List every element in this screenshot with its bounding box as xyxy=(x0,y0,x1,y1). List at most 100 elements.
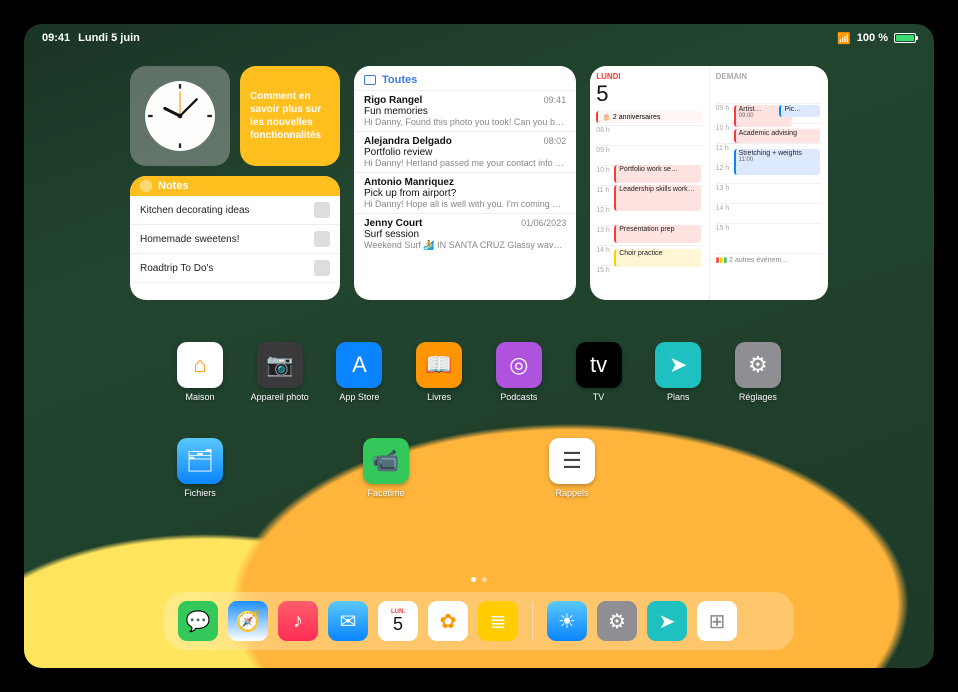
app-podcasts[interactable]: ◎ Podcasts xyxy=(483,342,555,402)
app-icon: ☰ xyxy=(549,438,595,484)
calendar-event[interactable]: Pic… xyxy=(779,105,819,117)
calendar-event[interactable]: Stretching + weights11:00 xyxy=(734,149,820,175)
app-rappels[interactable]: ☰ Rappels xyxy=(536,438,608,498)
app-facetime[interactable]: 📹 Facetime xyxy=(350,438,422,498)
dock-recent-library[interactable]: ⊞ xyxy=(697,601,737,641)
app-label: Livres xyxy=(427,392,451,402)
app-livres[interactable]: 📖 Livres xyxy=(403,342,475,402)
dock-messages[interactable]: 💬 xyxy=(178,601,218,641)
dock-recent-maps[interactable]: ➤ xyxy=(647,601,687,641)
tips-widget[interactable]: Comment en savoir plus sur les nouvelles… xyxy=(240,66,340,166)
today-label: LUNDI xyxy=(596,72,702,81)
app-icon: ◎ xyxy=(496,342,542,388)
hour-line: 14 h xyxy=(716,203,822,223)
note-row[interactable]: Roadtrip To Do's xyxy=(130,254,340,283)
notes-icon xyxy=(140,180,152,192)
today-number: 5 xyxy=(596,81,702,107)
mail-subject: Fun memories xyxy=(364,106,566,117)
calendar-event[interactable]: Leadership skills workshop xyxy=(614,185,700,211)
dock-calendar[interactable]: LUN.5 xyxy=(378,601,418,641)
home-screen[interactable]: 09:41 Lundi 5 juin 100 % xyxy=(24,24,934,668)
dock-mail[interactable]: ✉ xyxy=(328,601,368,641)
note-thumb-icon xyxy=(314,260,330,276)
mail-row[interactable]: Rigo Rangel 09:41 Fun memories Hi Danny, … xyxy=(354,90,576,131)
dock-music[interactable]: ♪ xyxy=(278,601,318,641)
calendar-event[interactable]: Presentation prep xyxy=(614,225,700,243)
tomorrow-label: DEMAIN xyxy=(716,72,822,81)
calendar-event[interactable]: Choir practice xyxy=(614,249,700,267)
app-icon: 📖 xyxy=(416,342,462,388)
app-icon: ⚙ xyxy=(735,342,781,388)
app-fichiers[interactable]: 🗂 Fichiers xyxy=(164,438,236,498)
dock-recent-weather[interactable]: ☀ xyxy=(547,601,587,641)
app-réglages[interactable]: ⚙ Réglages xyxy=(722,342,794,402)
hour-line: 13 h xyxy=(716,183,822,203)
spacer xyxy=(722,438,794,498)
app-icon: 📷 xyxy=(257,342,303,388)
dock-photos[interactable]: ✿ xyxy=(428,601,468,641)
mail-subject: Pick up from airport? xyxy=(364,188,566,199)
widget-row: Comment en savoir plus sur les nouvelles… xyxy=(130,66,828,300)
calendar-event[interactable]: Portfolio work se… xyxy=(614,165,700,183)
app-label: Plans xyxy=(667,392,690,402)
mail-row[interactable]: Alejandra Delgado08:02 Portfolio review … xyxy=(354,131,576,172)
note-title: Kitchen decorating ideas xyxy=(140,205,250,216)
app-label: App Store xyxy=(339,392,379,402)
app-icon: tv xyxy=(576,342,622,388)
note-row[interactable]: Homemade sweetens! xyxy=(130,225,340,254)
page-indicator[interactable] xyxy=(24,577,934,582)
mail-time: 08:02 xyxy=(544,136,567,147)
app-tv[interactable]: tv TV xyxy=(563,342,635,402)
battery-icon xyxy=(894,33,916,43)
app-icon: ➤ xyxy=(655,342,701,388)
mail-time: 01/06/2023 xyxy=(521,218,566,229)
app-label: Rappels xyxy=(555,488,588,498)
battery-percent: 100 % xyxy=(857,32,888,44)
mail-from: Antonio Manriquez xyxy=(364,177,454,188)
dock: 💬🧭♪✉LUN.5✿≣ ☀⚙➤⊞ xyxy=(164,592,794,650)
mail-widget[interactable]: Toutes Rigo Rangel 09:41 Fun memories Hi … xyxy=(354,66,576,300)
app-plans[interactable]: ➤ Plans xyxy=(642,342,714,402)
app-app store[interactable]: A App Store xyxy=(323,342,395,402)
app-label: Podcasts xyxy=(500,392,537,402)
mail-subject: Portfolio review xyxy=(364,147,566,158)
app-icon: ⌂ xyxy=(177,342,223,388)
calendar-widget[interactable]: LUNDI 5 🎂 2 anniversaires 08 h09 h10 h11… xyxy=(590,66,828,300)
mail-row[interactable]: Jenny Court01/06/2023 Surf session Weeke… xyxy=(354,213,576,255)
calendar-today[interactable]: LUNDI 5 🎂 2 anniversaires 08 h09 h10 h11… xyxy=(590,66,708,300)
hour-line: 15 h xyxy=(716,223,822,243)
analog-clock-icon xyxy=(142,78,218,154)
app-label: TV xyxy=(593,392,605,402)
dock-notes[interactable]: ≣ xyxy=(478,601,518,641)
hour-line: 15 h xyxy=(596,265,702,285)
notes-title: Notes xyxy=(158,180,189,192)
dock-recent-settings[interactable]: ⚙ xyxy=(597,601,637,641)
statusbar: 09:41 Lundi 5 juin 100 % xyxy=(24,28,934,48)
notes-widget[interactable]: Notes Kitchen decorating ideas Homemade … xyxy=(130,176,340,300)
allday-event[interactable]: 🎂 2 anniversaires xyxy=(596,111,702,123)
mail-from: Alejandra Delgado xyxy=(364,136,452,147)
app-maison[interactable]: ⌂ Maison xyxy=(164,342,236,402)
mail-folder: Toutes xyxy=(382,74,417,86)
dock-divider xyxy=(532,602,533,640)
dock-safari[interactable]: 🧭 xyxy=(228,601,268,641)
mail-time: 09:41 xyxy=(544,95,567,106)
calendar-event[interactable]: Academic advising xyxy=(734,129,820,143)
mail-preview: Hi Danny! Hope all is well with you. I'm… xyxy=(364,199,566,209)
ipad-frame: 09:41 Lundi 5 juin 100 % xyxy=(0,0,958,692)
wifi-icon xyxy=(837,32,851,45)
statusbar-time: 09:41 xyxy=(42,32,70,44)
app-label: Facetime xyxy=(367,488,404,498)
mail-row[interactable]: Antonio Manriquez Pick up from airport? … xyxy=(354,172,576,213)
app-label: Fichiers xyxy=(184,488,216,498)
mail-from: Rigo Rangel xyxy=(364,95,422,106)
note-row[interactable]: Kitchen decorating ideas xyxy=(130,196,340,225)
app-label: Maison xyxy=(185,392,214,402)
clock-widget[interactable] xyxy=(130,66,230,166)
calendar-tomorrow[interactable]: DEMAIN 09 h10 h11 h12 h13 h14 h15 hArtis… xyxy=(709,66,828,300)
mail-preview: Hi Danny, Found this photo you took! Can… xyxy=(364,117,566,127)
mail-preview: Weekend Surf 🏄 IN SANTA CRUZ Glassy wave… xyxy=(364,240,566,251)
app-appareil photo[interactable]: 📷 Appareil photo xyxy=(244,342,316,402)
mail-subject: Surf session xyxy=(364,229,566,240)
hour-line: 09 h xyxy=(596,145,702,165)
